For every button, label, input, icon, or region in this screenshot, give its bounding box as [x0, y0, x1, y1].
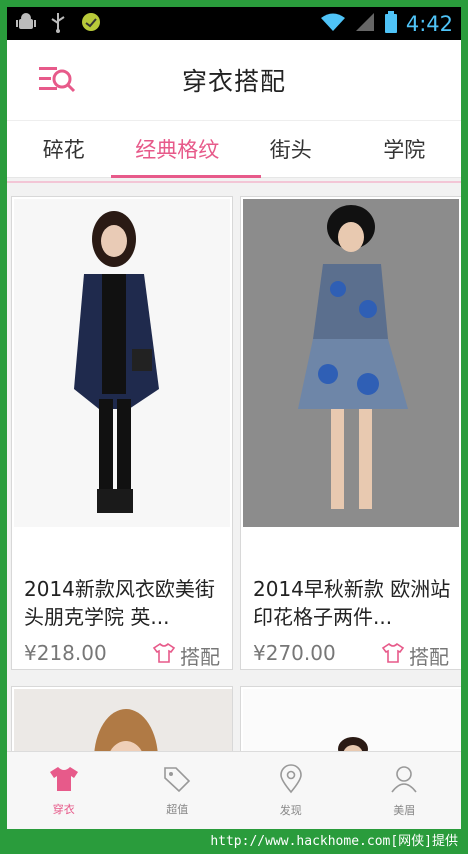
product-price: ¥218.00 [24, 641, 107, 665]
status-time: 4:42 [405, 11, 453, 36]
tab-floral[interactable]: 碎花 [7, 134, 121, 164]
nav-label: 发现 [279, 803, 302, 817]
nav-label: 超值 [166, 802, 189, 816]
tshirt-outline-icon [152, 642, 176, 669]
battery-saver-icon [79, 11, 103, 37]
nav-label: 美眉 [393, 803, 416, 817]
android-debug-icon [15, 11, 37, 37]
product-title[interactable]: 2014新款风衣欧美街头朋克学院 英... [24, 575, 222, 631]
app-header: 穿衣搭配 [7, 40, 461, 120]
battery-icon [384, 10, 398, 37]
nav-deals[interactable]: 超值 [121, 752, 235, 829]
bottom-navigation: 穿衣 超值 发现 美眉 [7, 751, 461, 829]
usb-icon [49, 11, 67, 37]
nav-outfit[interactable]: 穿衣 [7, 752, 121, 829]
tab-divider [7, 181, 461, 183]
search-menu-icon[interactable] [37, 64, 77, 96]
tab-college[interactable]: 学院 [348, 134, 462, 164]
product-image[interactable] [14, 199, 230, 527]
product-card[interactable]: 2014新款风衣欧美街头朋克学院 英... ¥218.00 搭配 [11, 196, 233, 670]
match-button[interactable]: 搭配 [381, 641, 449, 670]
product-title[interactable]: 2014早秋新款 欧洲站印花格子两件... [253, 575, 451, 631]
tshirt-icon [48, 765, 80, 797]
tag-icon [162, 765, 192, 797]
tab-street[interactable]: 街头 [234, 134, 348, 164]
nav-discover[interactable]: 发现 [234, 752, 348, 829]
match-label: 搭配 [180, 645, 220, 669]
active-tab-indicator [111, 175, 261, 178]
match-label: 搭配 [409, 645, 449, 669]
watermark-text: http://www.hackhome.com[网侠]提供 [210, 834, 458, 849]
signal-icon [354, 12, 376, 36]
match-button[interactable]: 搭配 [152, 641, 220, 670]
category-tabs: 碎花 经典格纹 街头 学院 [7, 120, 462, 183]
product-card[interactable]: 2014早秋新款 欧洲站印花格子两件... ¥270.00 搭配 [240, 196, 461, 670]
page-title: 穿衣搭配 [181, 67, 286, 96]
nav-label: 穿衣 [52, 802, 75, 816]
product-price: ¥270.00 [253, 641, 336, 665]
tab-classic-plaid[interactable]: 经典格纹 [121, 134, 235, 164]
status-bar: 4:42 [7, 7, 461, 40]
wifi-icon [320, 12, 346, 36]
location-pin-icon [279, 763, 303, 798]
product-image[interactable] [243, 199, 459, 527]
girl-icon [389, 764, 419, 798]
tshirt-outline-icon [381, 642, 405, 669]
nav-girls[interactable]: 美眉 [348, 752, 462, 829]
app-screen: 4:42 穿衣搭配 碎花 经典格纹 街头 学院 2014新款风衣欧美街头朋克学院… [7, 7, 461, 829]
